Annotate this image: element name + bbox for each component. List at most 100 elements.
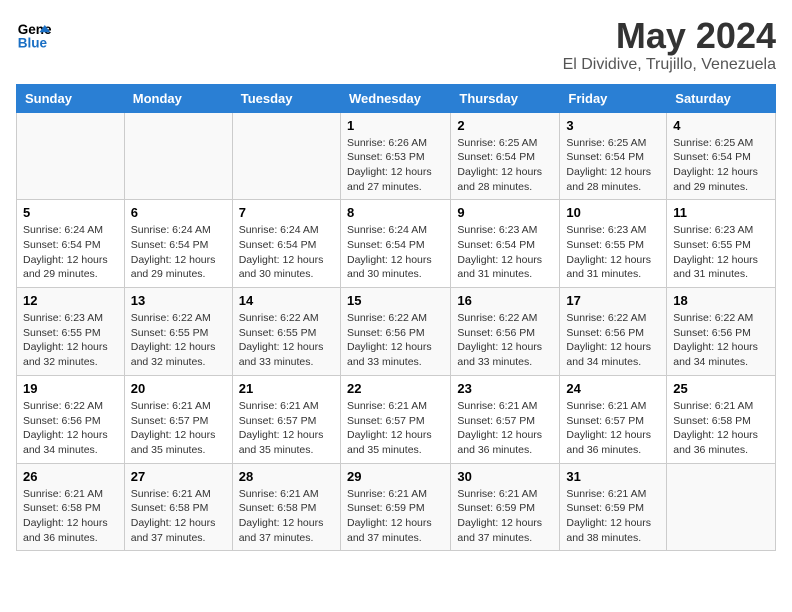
day-info: Sunrise: 6:22 AM Sunset: 6:56 PM Dayligh… bbox=[673, 311, 769, 370]
day-info: Sunrise: 6:21 AM Sunset: 6:58 PM Dayligh… bbox=[131, 487, 226, 546]
table-row: 6 Sunrise: 6:24 AM Sunset: 6:54 PM Daylig… bbox=[124, 200, 232, 288]
col-friday: Friday bbox=[560, 84, 667, 112]
day-info: Sunrise: 6:22 AM Sunset: 6:55 PM Dayligh… bbox=[239, 311, 334, 370]
day-number: 19 bbox=[23, 381, 118, 396]
day-info: Sunrise: 6:21 AM Sunset: 6:59 PM Dayligh… bbox=[566, 487, 660, 546]
table-row: 3 Sunrise: 6:25 AM Sunset: 6:54 PM Daylig… bbox=[560, 112, 667, 200]
day-number: 30 bbox=[457, 469, 553, 484]
day-info: Sunrise: 6:22 AM Sunset: 6:55 PM Dayligh… bbox=[131, 311, 226, 370]
day-number: 21 bbox=[239, 381, 334, 396]
day-number: 2 bbox=[457, 118, 553, 133]
table-row: 23 Sunrise: 6:21 AM Sunset: 6:57 PM Dayli… bbox=[451, 375, 560, 463]
day-number: 11 bbox=[673, 205, 769, 220]
day-number: 9 bbox=[457, 205, 553, 220]
day-number: 4 bbox=[673, 118, 769, 133]
day-info: Sunrise: 6:21 AM Sunset: 6:58 PM Dayligh… bbox=[673, 399, 769, 458]
calendar-title: May 2024 bbox=[563, 16, 776, 56]
day-info: Sunrise: 6:21 AM Sunset: 6:57 PM Dayligh… bbox=[239, 399, 334, 458]
day-number: 10 bbox=[566, 205, 660, 220]
day-info: Sunrise: 6:22 AM Sunset: 6:56 PM Dayligh… bbox=[23, 399, 118, 458]
day-info: Sunrise: 6:23 AM Sunset: 6:55 PM Dayligh… bbox=[673, 223, 769, 282]
table-row: 20 Sunrise: 6:21 AM Sunset: 6:57 PM Dayli… bbox=[124, 375, 232, 463]
day-number: 28 bbox=[239, 469, 334, 484]
table-row: 5 Sunrise: 6:24 AM Sunset: 6:54 PM Daylig… bbox=[17, 200, 125, 288]
day-info: Sunrise: 6:22 AM Sunset: 6:56 PM Dayligh… bbox=[347, 311, 444, 370]
day-info: Sunrise: 6:21 AM Sunset: 6:58 PM Dayligh… bbox=[239, 487, 334, 546]
table-row: 1 Sunrise: 6:26 AM Sunset: 6:53 PM Daylig… bbox=[340, 112, 450, 200]
table-row: 12Sunrise: 6:23 AM Sunset: 6:55 PM Dayli… bbox=[17, 288, 125, 376]
calendar-week-row: 19 Sunrise: 6:22 AM Sunset: 6:56 PM Dayli… bbox=[17, 375, 776, 463]
col-saturday: Saturday bbox=[667, 84, 776, 112]
table-row: 30 Sunrise: 6:21 AM Sunset: 6:59 PM Dayli… bbox=[451, 463, 560, 551]
table-row bbox=[667, 463, 776, 551]
table-row: 11 Sunrise: 6:23 AM Sunset: 6:55 PM Dayli… bbox=[667, 200, 776, 288]
table-row: 29 Sunrise: 6:21 AM Sunset: 6:59 PM Dayli… bbox=[340, 463, 450, 551]
day-number: 20 bbox=[131, 381, 226, 396]
table-row: 14 Sunrise: 6:22 AM Sunset: 6:55 PM Dayli… bbox=[232, 288, 340, 376]
col-monday: Monday bbox=[124, 84, 232, 112]
day-number: 22 bbox=[347, 381, 444, 396]
calendar-subtitle: El Dividive, Trujillo, Venezuela bbox=[563, 56, 776, 74]
day-number: 31 bbox=[566, 469, 660, 484]
calendar-week-row: 1 Sunrise: 6:26 AM Sunset: 6:53 PM Daylig… bbox=[17, 112, 776, 200]
day-info: Sunrise: 6:21 AM Sunset: 6:57 PM Dayligh… bbox=[347, 399, 444, 458]
table-row: 21 Sunrise: 6:21 AM Sunset: 6:57 PM Dayli… bbox=[232, 375, 340, 463]
day-info: Sunrise: 6:21 AM Sunset: 6:57 PM Dayligh… bbox=[457, 399, 553, 458]
day-number: 5 bbox=[23, 205, 118, 220]
day-number: 26 bbox=[23, 469, 118, 484]
table-row: 17 Sunrise: 6:22 AM Sunset: 6:56 PM Dayli… bbox=[560, 288, 667, 376]
table-row: 2 Sunrise: 6:25 AM Sunset: 6:54 PM Daylig… bbox=[451, 112, 560, 200]
calendar-week-row: 26 Sunrise: 6:21 AM Sunset: 6:58 PM Dayli… bbox=[17, 463, 776, 551]
calendar-table: Sunday Monday Tuesday Wednesday Thursday… bbox=[16, 84, 776, 552]
day-info: Sunrise: 6:21 AM Sunset: 6:57 PM Dayligh… bbox=[566, 399, 660, 458]
day-number: 17 bbox=[566, 293, 660, 308]
day-number: 24 bbox=[566, 381, 660, 396]
table-row bbox=[232, 112, 340, 200]
table-row: 15Sunrise: 6:22 AM Sunset: 6:56 PM Dayli… bbox=[340, 288, 450, 376]
col-tuesday: Tuesday bbox=[232, 84, 340, 112]
day-info: Sunrise: 6:24 AM Sunset: 6:54 PM Dayligh… bbox=[347, 223, 444, 282]
day-info: Sunrise: 6:21 AM Sunset: 6:59 PM Dayligh… bbox=[347, 487, 444, 546]
day-number: 13 bbox=[131, 293, 226, 308]
table-row: 27Sunrise: 6:21 AM Sunset: 6:58 PM Dayli… bbox=[124, 463, 232, 551]
day-number: 1 bbox=[347, 118, 444, 133]
day-number: 29 bbox=[347, 469, 444, 484]
day-info: Sunrise: 6:24 AM Sunset: 6:54 PM Dayligh… bbox=[239, 223, 334, 282]
table-row: 18 Sunrise: 6:22 AM Sunset: 6:56 PM Dayli… bbox=[667, 288, 776, 376]
day-info: Sunrise: 6:25 AM Sunset: 6:54 PM Dayligh… bbox=[457, 136, 553, 195]
table-row bbox=[124, 112, 232, 200]
table-row: 26 Sunrise: 6:21 AM Sunset: 6:58 PM Dayli… bbox=[17, 463, 125, 551]
day-info: Sunrise: 6:23 AM Sunset: 6:55 PM Dayligh… bbox=[566, 223, 660, 282]
page-header: General Blue May 2024 El Dividive, Truji… bbox=[16, 16, 776, 74]
title-block: May 2024 El Dividive, Trujillo, Venezuel… bbox=[563, 16, 776, 74]
col-wednesday: Wednesday bbox=[340, 84, 450, 112]
table-row: 19 Sunrise: 6:22 AM Sunset: 6:56 PM Dayli… bbox=[17, 375, 125, 463]
calendar-week-row: 5 Sunrise: 6:24 AM Sunset: 6:54 PM Daylig… bbox=[17, 200, 776, 288]
day-info: Sunrise: 6:23 AM Sunset: 6:54 PM Dayligh… bbox=[457, 223, 553, 282]
day-number: 14 bbox=[239, 293, 334, 308]
table-row: 4Sunrise: 6:25 AM Sunset: 6:54 PM Daylig… bbox=[667, 112, 776, 200]
table-row: 25Sunrise: 6:21 AM Sunset: 6:58 PM Dayli… bbox=[667, 375, 776, 463]
day-number: 7 bbox=[239, 205, 334, 220]
day-info: Sunrise: 6:22 AM Sunset: 6:56 PM Dayligh… bbox=[566, 311, 660, 370]
table-row: 24 Sunrise: 6:21 AM Sunset: 6:57 PM Dayli… bbox=[560, 375, 667, 463]
col-sunday: Sunday bbox=[17, 84, 125, 112]
day-info: Sunrise: 6:24 AM Sunset: 6:54 PM Dayligh… bbox=[23, 223, 118, 282]
day-info: Sunrise: 6:21 AM Sunset: 6:57 PM Dayligh… bbox=[131, 399, 226, 458]
day-info: Sunrise: 6:21 AM Sunset: 6:59 PM Dayligh… bbox=[457, 487, 553, 546]
day-info: Sunrise: 6:23 AM Sunset: 6:55 PM Dayligh… bbox=[23, 311, 118, 370]
day-number: 18 bbox=[673, 293, 769, 308]
table-row: 22 Sunrise: 6:21 AM Sunset: 6:57 PM Dayli… bbox=[340, 375, 450, 463]
table-row bbox=[17, 112, 125, 200]
day-number: 23 bbox=[457, 381, 553, 396]
col-thursday: Thursday bbox=[451, 84, 560, 112]
table-row: 10 Sunrise: 6:23 AM Sunset: 6:55 PM Dayli… bbox=[560, 200, 667, 288]
day-number: 6 bbox=[131, 205, 226, 220]
day-number: 3 bbox=[566, 118, 660, 133]
svg-text:Blue: Blue bbox=[18, 36, 48, 51]
day-info: Sunrise: 6:24 AM Sunset: 6:54 PM Dayligh… bbox=[131, 223, 226, 282]
table-row: 28 Sunrise: 6:21 AM Sunset: 6:58 PM Dayli… bbox=[232, 463, 340, 551]
day-info: Sunrise: 6:26 AM Sunset: 6:53 PM Dayligh… bbox=[347, 136, 444, 195]
day-info: Sunrise: 6:21 AM Sunset: 6:58 PM Dayligh… bbox=[23, 487, 118, 546]
day-info: Sunrise: 6:25 AM Sunset: 6:54 PM Dayligh… bbox=[566, 136, 660, 195]
